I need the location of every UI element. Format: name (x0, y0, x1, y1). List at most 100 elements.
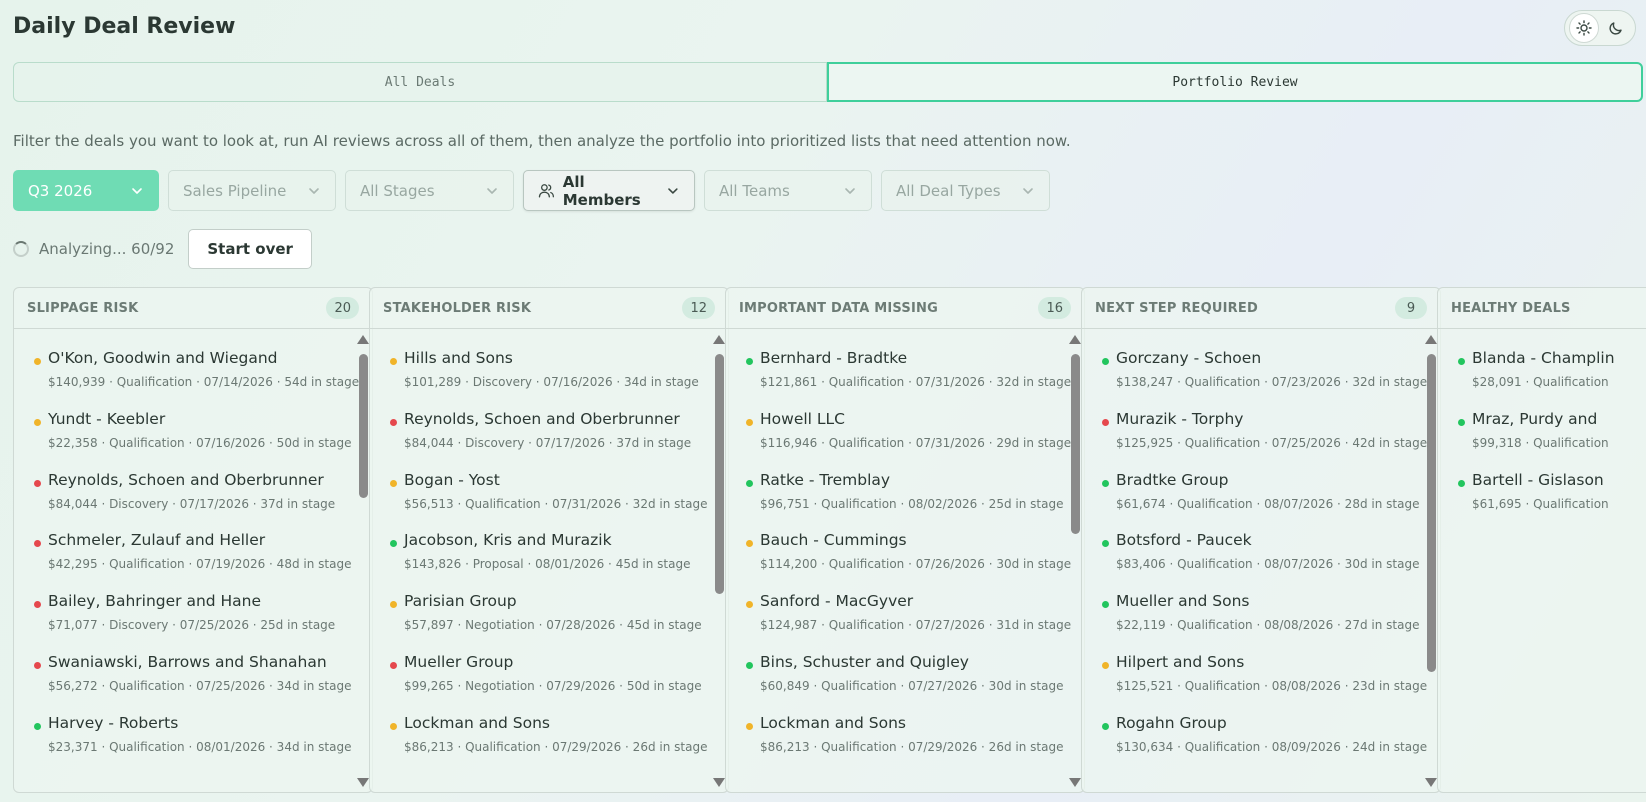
deal-item[interactable]: Murazik - Torphy $125,925 · Qualification… (1102, 408, 1427, 458)
dark-mode-button[interactable] (1601, 13, 1631, 43)
deal-item[interactable]: Bartell - Gislason $61,695 · Qualificatio… (1458, 469, 1646, 519)
deal-item[interactable]: Schmeler, Zulauf and Heller $42,295 · Qua… (34, 529, 355, 579)
deal-item[interactable]: Blanda - Champlin $28,091 · Qualification (1458, 347, 1646, 397)
deal-item[interactable]: Bins, Schuster and Quigley $60,849 · Qual… (746, 651, 1067, 701)
deal-item[interactable]: Mueller and Sons $22,119 · Qualification … (1102, 590, 1423, 640)
deal-item[interactable]: Jacobson, Kris and Murazik $143,826 · Pro… (390, 529, 711, 579)
deal-item[interactable]: Bauch - Cummings $114,200 · Qualification… (746, 529, 1071, 579)
scrollbar-thumb[interactable] (359, 354, 368, 498)
deal-name: Harvey - Roberts (48, 713, 179, 732)
scrollbar-thumb[interactable] (1427, 354, 1436, 672)
stages-select[interactable]: All Stages (345, 170, 514, 211)
deal-meta: $71,077 · Discovery · 07/25/2026 · 25d i… (48, 618, 336, 633)
analysis-progress-text: Analyzing... 60/92 (39, 240, 175, 258)
deal-item[interactable]: Mueller Group $99,265 · Negotiation · 07/… (390, 651, 711, 701)
moon-icon (1609, 22, 1622, 35)
portfolio-board: SLIPPAGE RISK 20 O'Kon, Goodwin and Wiegan… (13, 287, 1646, 793)
column-scrollbar[interactable] (1068, 330, 1082, 792)
deal-item[interactable]: Hilpert and Sons $125,521 · Qualification… (1102, 651, 1427, 701)
status-dot-icon (746, 722, 753, 730)
deal-item[interactable]: Hills and Sons $101,289 · Discovery · 07/… (390, 347, 711, 397)
status-dot-icon (34, 662, 41, 669)
scrollbar-thumb[interactable] (1071, 354, 1080, 534)
deal-name: Bogan - Yost (404, 470, 500, 489)
deal-item[interactable]: Bailey, Bahringer and Hane $71,077 · Disc… (34, 590, 355, 640)
deal-item[interactable]: Swaniawski, Barrows and Shanahan $56,272 … (34, 651, 355, 701)
stages-select-label: All Stages (360, 181, 435, 200)
light-mode-button[interactable] (1569, 13, 1599, 43)
column-header: HEALTHY DEALS (1438, 288, 1646, 329)
chevron-down-icon (668, 187, 678, 194)
column-next-step-required: NEXT STEP REQUIRED 9 Gorczany - Schoen $138… (1081, 287, 1441, 793)
deal-meta: $101,289 · Discovery · 07/16/2026 · 34d … (404, 375, 699, 389)
deal-item[interactable]: Parisian Group $57,897 · Negotiation · 07… (390, 590, 711, 640)
deal-item[interactable]: Reynolds, Schoen and Oberbrunner $84,044 … (390, 408, 711, 458)
deal-name: Mueller Group (404, 653, 514, 671)
column-scrollbar[interactable] (356, 330, 370, 792)
deal-item[interactable]: Bogan - Yost $56,513 · Qualification · 07… (390, 469, 711, 519)
scroll-down-icon[interactable] (1069, 778, 1081, 787)
deal-name: Rogahn Group (1116, 713, 1227, 732)
deal-meta: $86,213 · Qualification · 07/29/2026 · 2… (404, 739, 708, 754)
deal-item[interactable]: Bradtke Group $61,674 · Qualification · 0… (1102, 469, 1423, 519)
deal-item[interactable]: Bernhard - Bradtke $121,861 · Qualificati… (746, 347, 1071, 397)
deal-name: Hills and Sons (404, 349, 513, 367)
column-count-badge: 12 (682, 297, 715, 319)
column-title: HEALTHY DEALS (1451, 300, 1571, 316)
members-select[interactable]: All Members (523, 170, 695, 211)
scroll-up-icon[interactable] (357, 335, 369, 344)
status-dot-icon (34, 479, 41, 487)
scroll-up-icon[interactable] (1069, 335, 1081, 344)
deal-types-select[interactable]: All Deal Types (881, 170, 1050, 211)
deal-meta: $99,318 · Qualification (1472, 435, 1609, 450)
deal-item[interactable]: Rogahn Group $130,634 · Qualification · 0… (1102, 712, 1427, 762)
quarter-select[interactable]: Q3 2026 (13, 170, 159, 211)
tab-all-deals[interactable]: All Deals (13, 62, 827, 102)
status-dot-icon (34, 601, 41, 609)
pipeline-select-label: Sales Pipeline (183, 181, 287, 200)
status-dot-icon (1102, 722, 1109, 730)
column-count-badge: 16 (1038, 297, 1071, 319)
deal-item[interactable]: Howell LLC $116,946 · Qualification · 07/… (746, 408, 1071, 458)
pipeline-select[interactable]: Sales Pipeline (168, 170, 336, 211)
deal-item[interactable]: Mraz, Purdy and $99,318 · Qualification (1458, 408, 1646, 458)
deal-item[interactable]: Lockman and Sons $86,213 · Qualification … (746, 712, 1067, 762)
deal-meta: $86,213 · Qualification · 07/29/2026 · 2… (760, 739, 1064, 754)
scroll-down-icon[interactable] (713, 778, 725, 787)
status-dot-icon (34, 722, 41, 730)
theme-toggle (1564, 10, 1636, 46)
tab-portfolio-review[interactable]: Portfolio Review (827, 62, 1643, 102)
column-header: NEXT STEP REQUIRED 9 (1082, 288, 1440, 329)
deal-item[interactable]: Sanford - MacGyver $124,987 · Qualificati… (746, 590, 1071, 640)
column-scrollbar[interactable] (1424, 330, 1438, 792)
scroll-up-icon[interactable] (1425, 335, 1437, 344)
column-title: NEXT STEP REQUIRED (1095, 300, 1258, 316)
scroll-down-icon[interactable] (357, 778, 369, 787)
deal-item[interactable]: Yundt - Keebler $22,358 · Qualification ·… (34, 408, 355, 458)
scrollbar-thumb[interactable] (715, 354, 724, 594)
column-scrollbar[interactable] (712, 330, 726, 792)
scroll-down-icon[interactable] (1425, 778, 1437, 787)
deal-name: O'Kon, Goodwin and Wiegand (48, 349, 278, 367)
deal-item[interactable]: Lockman and Sons $86,213 · Qualification … (390, 712, 711, 762)
deal-item[interactable]: Harvey - Roberts $23,371 · Qualification … (34, 712, 355, 762)
deal-meta: $124,987 · Qualification · 07/27/2026 · … (760, 618, 1072, 633)
status-dot-icon (746, 540, 753, 548)
status-dot-icon (1102, 601, 1109, 609)
column-important-data-missing: IMPORTANT DATA MISSING 16 Bernhard - Bradt… (725, 287, 1085, 793)
status-dot-icon (390, 418, 397, 426)
deal-name: Lockman and Sons (404, 713, 551, 732)
deal-item[interactable]: O'Kon, Goodwin and Wiegand $140,939 · Qua… (34, 347, 359, 397)
teams-select[interactable]: All Teams (704, 170, 872, 211)
deal-item[interactable]: Ratke - Tremblay $96,751 · Qualification … (746, 469, 1067, 519)
deal-types-select-label: All Deal Types (896, 181, 1001, 200)
deal-meta: $138,247 · Qualification · 07/23/2026 · … (1116, 375, 1428, 389)
deal-item[interactable]: Gorczany - Schoen $138,247 · Qualificatio… (1102, 347, 1427, 397)
deal-item[interactable]: Reynolds, Schoen and Oberbrunner $84,044 … (34, 469, 355, 519)
deal-item[interactable]: Botsford - Paucek $83,406 · Qualification… (1102, 529, 1423, 579)
scroll-up-icon[interactable] (713, 335, 725, 344)
deal-meta: $116,946 · Qualification · 07/31/2026 · … (760, 435, 1072, 450)
start-over-button[interactable]: Start over (188, 229, 312, 269)
deal-meta: $99,265 · Negotiation · 07/29/2026 · 50d… (404, 679, 702, 693)
deal-meta: $143,826 · Proposal · 08/01/2026 · 45d i… (404, 557, 691, 572)
